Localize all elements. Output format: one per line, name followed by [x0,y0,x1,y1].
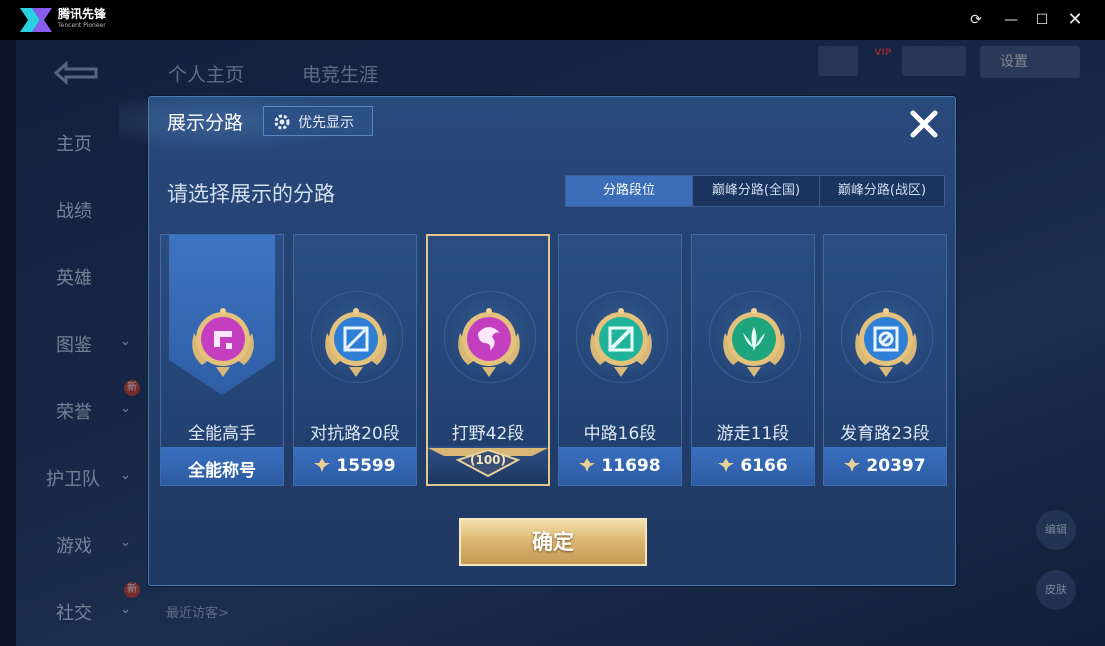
lane-card-clash[interactable]: 对抗路20段 15599 [293,234,417,486]
rank-points-value: 6166 [740,456,788,476]
rank-points-icon [314,458,331,472]
vip-icon: VIP [874,48,892,58]
lane-name: 全能高手 [188,424,256,444]
gear-icon [274,114,290,130]
lane-name: 游走11段 [716,424,790,444]
app-subtitle: Tencent Pioneer [58,22,106,29]
lane-name: 对抗路20段 [310,424,400,444]
card-footer: 20397 [824,447,946,485]
display-lane-dialog: 展示分路 优先显示 请选择展示的分路 分路段位 巅峰分路(全国) 巅峰分路(战区… [119,91,956,586]
clash-lane-emblem-icon [325,308,387,377]
rank-points-value: 15599 [336,456,396,476]
nav-item-game[interactable]: 游戏 [56,532,136,558]
badge-icon[interactable] [818,46,858,76]
nav-item-honor[interactable]: 荣誉 [56,398,136,424]
jungle-emblem-icon [458,308,520,377]
priority-display-label: 优先显示 [298,115,354,131]
crest-value: (100) [469,453,507,467]
nav-item-catalog[interactable]: 图鉴 [56,331,136,357]
lane-card-mid[interactable]: 中路16段 11698 [558,234,682,486]
chevron-down-icon: ⌄ [120,535,131,550]
rank-points-value: 11698 [601,456,661,476]
card-footer-value: 11698 [559,456,681,476]
chevron-down-icon: ⌄ [120,602,131,617]
nav-item-guard[interactable]: 护卫队 [46,465,126,491]
new-badge: 新 [124,380,140,396]
card-footer-value: 15599 [294,456,416,476]
confirm-button[interactable]: 确定 [459,518,647,566]
tab-esports-career[interactable]: 电竞生涯 [302,60,378,87]
vip-panel[interactable] [902,46,966,76]
card-footer-value: 6166 [692,456,814,476]
tab-personal-home[interactable]: 个人主页 [168,60,244,87]
close-icon[interactable] [907,107,941,141]
window-titlebar: 腾讯先锋 Tencent Pioneer ⟳ — ☐ ✕ [0,0,1105,40]
new-badge: 新 [124,582,140,598]
priority-display-button[interactable]: 优先显示 [263,106,373,136]
card-footer-value: 全能称号 [188,461,256,481]
lane-name: 发育路23段 [840,424,930,444]
card-footer: 全能称号 [161,447,283,485]
chevron-down-icon: ⌄ [120,334,131,349]
lane-card-roam[interactable]: 游走11段 6166 [691,234,815,486]
lane-card-farm[interactable]: 发育路23段 20397 [823,234,947,486]
maximize-icon[interactable]: ☐ [1030,8,1054,32]
lane-name: 中路16段 [583,424,657,444]
minimize-icon[interactable]: — [999,8,1023,32]
rank-points-value: 20397 [866,456,926,476]
tab-peak-national[interactable]: 巅峰分路(全国) [693,176,819,206]
card-footer-value: 20397 [824,456,946,476]
recent-visitors-link[interactable]: 最近访客> [166,602,229,621]
roam-emblem-icon [723,308,785,377]
tab-peak-region[interactable]: 巅峰分路(战区) [820,176,944,206]
all-round-emblem-icon [192,308,254,377]
lane-tabs: 分路段位 巅峰分路(全国) 巅峰分路(战区) [565,175,945,207]
chevron-down-icon: ⌄ [120,401,131,416]
rank-points-icon [718,458,735,472]
close-icon[interactable]: ✕ [1063,8,1087,32]
card-footer: 6166 [692,447,814,485]
dialog-subtitle: 请选择展示的分路 [167,182,335,206]
mid-lane-emblem-icon [590,308,652,377]
nav-item-records[interactable]: 战绩 [56,197,136,223]
rank-points-icon [579,458,596,472]
app-logo-icon [20,8,52,32]
back-arrow-icon[interactable] [52,60,102,86]
edit-button[interactable]: 编辑 [1036,510,1076,550]
nav-item-heroes[interactable]: 英雄 [56,264,136,290]
settings-chip[interactable]: 设置 [980,46,1080,78]
app-name: 腾讯先锋 [58,7,107,21]
card-footer: (100) [428,446,548,484]
farm-lane-emblem-icon [855,308,917,377]
chevron-down-icon: ⌄ [120,468,131,483]
rank-points-icon [844,458,861,472]
card-footer: 15599 [294,447,416,485]
dialog-title: 展示分路 [167,112,244,134]
skin-button[interactable]: 皮肤 [1036,570,1076,610]
nav-item-social[interactable]: 社交 [56,599,136,625]
lane-card-jungle[interactable]: 打野42段 (100) [426,234,550,486]
card-footer: 11698 [559,447,681,485]
lane-card-all-round[interactable]: 全能高手 全能称号 [160,234,284,486]
tab-lane-rank[interactable]: 分路段位 [566,176,692,206]
lane-name: 打野42段 [451,424,525,444]
refresh-icon[interactable]: ⟳ [964,8,988,32]
